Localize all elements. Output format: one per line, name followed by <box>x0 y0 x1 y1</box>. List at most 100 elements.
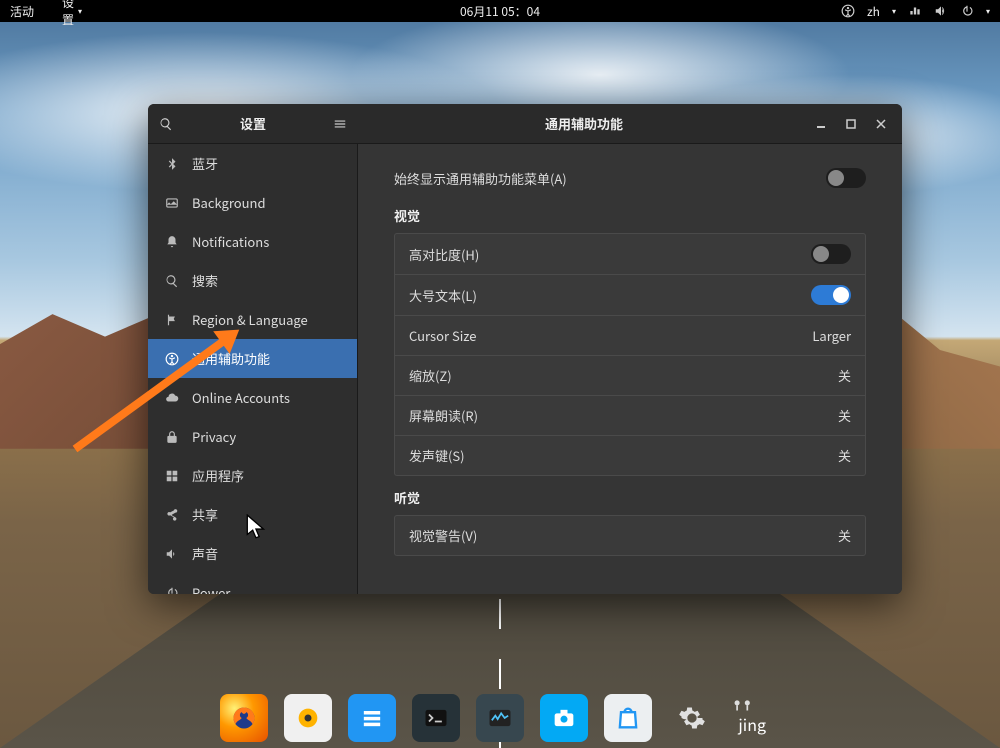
hearing-section-label: 听觉 <box>394 488 866 507</box>
high-contrast-row[interactable]: 高对比度(H) <box>395 234 865 275</box>
terminal-icon <box>422 704 450 732</box>
titlebar: 设置 通用辅助功能 <box>148 104 902 144</box>
bluetooth-icon <box>164 156 180 172</box>
content-area: 始终显示通用辅助功能菜单(A) 视觉 高对比度(H) 大号文本(L) Curso… <box>358 144 902 594</box>
app-menu[interactable]: 设置 ▾ <box>46 0 82 28</box>
row-value: 关 <box>838 366 851 385</box>
dock-item-settings[interactable] <box>668 694 716 742</box>
firefox-icon <box>230 704 258 732</box>
lock-icon <box>164 429 180 445</box>
sidebar-item-label: 蓝牙 <box>192 154 218 173</box>
accessibility-icon <box>164 351 180 367</box>
sidebar-item-label: Privacy <box>192 427 236 446</box>
zoom-row[interactable]: 缩放(Z) 关 <box>395 356 865 396</box>
sidebar-item-background[interactable]: Background <box>148 183 357 222</box>
row-value: 关 <box>838 446 851 465</box>
dock-item-terminal[interactable] <box>412 694 460 742</box>
dock-item-firefox[interactable] <box>220 694 268 742</box>
always-show-menu-label: 始终显示通用辅助功能菜单(A) <box>394 169 567 188</box>
activities-button[interactable]: 活动 <box>10 3 34 20</box>
dock-item-jing[interactable]: jing <box>732 694 780 742</box>
sidebar-item-region[interactable]: Region & Language <box>148 300 357 339</box>
power-icon[interactable] <box>960 4 974 18</box>
sidebar-item-label: Power <box>192 583 230 594</box>
sidebar-item-applications[interactable]: 应用程序 <box>148 456 357 495</box>
row-label: 视觉警告(V) <box>409 526 477 545</box>
visual-alerts-row[interactable]: 视觉警告(V) 关 <box>395 516 865 555</box>
sidebar-item-power[interactable]: Power <box>148 573 357 594</box>
dock-item-screenshot[interactable] <box>540 694 588 742</box>
maximize-button[interactable] <box>840 113 862 135</box>
topbar: 活动 设置 ▾ 06月11 05：04 zh ▾ ▾ <box>0 0 1000 22</box>
network-icon[interactable] <box>908 4 922 18</box>
row-value: 关 <box>838 526 851 545</box>
camera-icon <box>550 704 578 732</box>
sidebar-item-bluetooth[interactable]: 蓝牙 <box>148 144 357 183</box>
large-text-toggle[interactable] <box>811 285 851 305</box>
dropdown-triangle-icon: ▾ <box>78 6 82 17</box>
content-title: 通用辅助功能 <box>358 114 810 133</box>
background-icon <box>164 195 180 211</box>
dock-item-software[interactable] <box>604 694 652 742</box>
minimize-icon <box>816 119 826 129</box>
always-show-menu-toggle[interactable] <box>826 168 866 188</box>
grid-icon <box>164 468 180 484</box>
hamburger-icon <box>333 117 347 131</box>
sidebar-item-label: Notifications <box>192 232 269 251</box>
sidebar-item-online-accounts[interactable]: Online Accounts <box>148 378 357 417</box>
volume-icon[interactable] <box>934 4 948 18</box>
system-dropdown-icon: ▾ <box>986 6 990 17</box>
mouse-cursor <box>246 514 268 547</box>
sidebar-item-search[interactable]: 搜索 <box>148 261 357 300</box>
clock[interactable]: 06月11 05：04 <box>460 3 540 20</box>
vision-panel: 高对比度(H) 大号文本(L) Cursor Size Larger 缩放(Z)… <box>394 233 866 476</box>
sidebar-item-label: Online Accounts <box>192 388 290 407</box>
accessibility-icon[interactable] <box>841 4 855 18</box>
row-label: 缩放(Z) <box>409 366 452 385</box>
minimize-button[interactable] <box>810 113 832 135</box>
row-label: Cursor Size <box>409 326 477 345</box>
close-icon <box>876 119 886 129</box>
dock-item-system-monitor[interactable] <box>476 694 524 742</box>
sidebar-item-label: Background <box>192 193 266 212</box>
row-label: 高对比度(H) <box>409 245 479 264</box>
files-icon <box>358 704 386 732</box>
cloud-icon <box>164 390 180 406</box>
hearing-panel: 视觉警告(V) 关 <box>394 515 866 556</box>
menu-button[interactable] <box>322 104 358 144</box>
sidebar-title: 设置 <box>184 114 322 133</box>
large-text-row[interactable]: 大号文本(L) <box>395 275 865 316</box>
monitor-icon <box>486 704 514 732</box>
input-method[interactable]: zh <box>867 3 880 20</box>
row-value: Larger <box>812 326 851 345</box>
sidebar-item-label: 应用程序 <box>192 466 244 485</box>
dock-item-rhythmbox[interactable] <box>284 694 332 742</box>
dock: jing <box>220 694 780 742</box>
cursor-size-row[interactable]: Cursor Size Larger <box>395 316 865 356</box>
close-button[interactable] <box>870 113 892 135</box>
gear-icon <box>46 5 58 17</box>
volume-icon <box>164 546 180 562</box>
sidebar-item-notifications[interactable]: Notifications <box>148 222 357 261</box>
search-button[interactable] <box>148 104 184 144</box>
search-icon <box>159 117 173 131</box>
row-value: 关 <box>838 406 851 425</box>
sidebar-item-privacy[interactable]: Privacy <box>148 417 357 456</box>
shopping-bag-icon <box>614 704 642 732</box>
input-dropdown-icon: ▾ <box>892 6 896 17</box>
row-label: 屏幕朗读(R) <box>409 406 478 425</box>
sound-keys-row[interactable]: 发声键(S) 关 <box>395 436 865 475</box>
search-icon <box>164 273 180 289</box>
screen-reader-row[interactable]: 屏幕朗读(R) 关 <box>395 396 865 436</box>
sidebar-item-label: 搜索 <box>192 271 218 290</box>
bell-icon <box>164 234 180 250</box>
vision-section-label: 视觉 <box>394 206 866 225</box>
high-contrast-toggle[interactable] <box>811 244 851 264</box>
maximize-icon <box>846 119 856 129</box>
share-icon <box>164 507 180 523</box>
row-label: 发声键(S) <box>409 446 465 465</box>
dock-item-files[interactable] <box>348 694 396 742</box>
speaker-icon <box>294 704 322 732</box>
sidebar-item-label: 声音 <box>192 544 218 563</box>
power-icon <box>164 585 180 595</box>
